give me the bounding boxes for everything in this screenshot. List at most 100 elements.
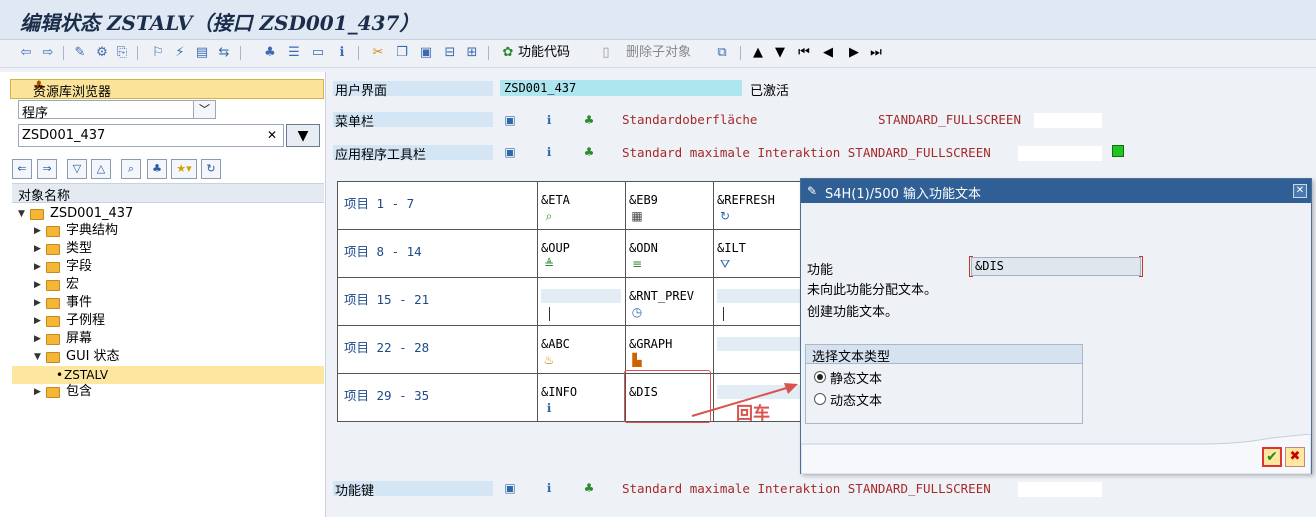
grid-cell-code[interactable]: &GRAPH xyxy=(629,337,709,352)
delete-child-object-button[interactable]: 删除子对象 xyxy=(626,45,691,61)
grid-cell-code[interactable]: &OUP xyxy=(541,241,621,256)
last-page-icon[interactable]: ⏭ xyxy=(868,45,884,61)
toggle-display-change-icon[interactable]: ✎ xyxy=(72,45,88,61)
tree-node-macros[interactable]: ▶ 宏 xyxy=(12,276,324,294)
repository-browser-button[interactable]: ♣ 资源库浏览器 xyxy=(10,79,324,100)
collapsed-arrow-icon[interactable]: ▶ xyxy=(34,312,41,330)
hierarchy-icon[interactable]: ♣ xyxy=(262,45,278,61)
clear-icon[interactable]: ✕ xyxy=(267,128,277,142)
grid-cell-code[interactable]: &ABC xyxy=(541,337,621,352)
tree-node-screens[interactable]: ▶ 屏幕 xyxy=(12,330,324,348)
collapsed-arrow-icon[interactable]: ▶ xyxy=(34,276,41,294)
collapsed-arrow-icon[interactable]: ▶ xyxy=(34,258,41,276)
cancel-button[interactable]: ✖ xyxy=(1285,447,1305,467)
expanded-arrow-icon[interactable]: ▼ xyxy=(18,205,25,223)
screen-icon[interactable]: ▭ xyxy=(310,45,326,61)
grid-cell-code[interactable]: &RNT_PREV xyxy=(629,289,709,304)
collapsed-arrow-icon[interactable]: ▶ xyxy=(34,240,41,258)
paste-icon[interactable]: ▣ xyxy=(418,45,434,61)
close-icon[interactable]: ✕ xyxy=(1293,184,1307,198)
function-code-button[interactable]: 功能代码 xyxy=(518,45,570,61)
tree-node-events[interactable]: ▶ 事件 xyxy=(12,294,324,312)
tree-node-dictionary-structures[interactable]: ▶ 字典结构 xyxy=(12,222,324,240)
function-field[interactable]: &DIS xyxy=(971,257,1141,276)
first-page-icon[interactable]: ⏮ xyxy=(796,45,812,61)
tree-node-subroutines[interactable]: ▶ 子例程 xyxy=(12,312,324,330)
info-icon[interactable]: ℹ xyxy=(334,45,350,61)
check-icon[interactable]: ⚐ xyxy=(150,45,166,61)
tree-node-types[interactable]: ▶ 类型 xyxy=(12,240,324,258)
tree-node-fields[interactable]: ▶ 字段 xyxy=(12,258,324,276)
test-icon[interactable]: ▤ xyxy=(194,45,210,61)
dynamic-text-label[interactable]: 动态文本 xyxy=(830,390,882,409)
other-object-icon[interactable]: ⎘ xyxy=(114,45,130,61)
tree-node-includes[interactable]: ▶ 包含 xyxy=(12,383,324,401)
cut-icon[interactable]: ✂ xyxy=(370,45,386,61)
binoculars-icon[interactable]: ⌕ xyxy=(121,159,141,179)
grid-row-label: 项目 8 - 14 xyxy=(344,244,422,259)
tree-node-label: ZSTALV xyxy=(64,368,109,382)
where-used-icon[interactable]: ⇆ xyxy=(216,45,232,61)
object-name-field[interactable]: ✕ xyxy=(18,124,284,147)
folder-icon xyxy=(46,387,60,398)
next-page-icon[interactable]: ▶ xyxy=(846,45,862,61)
page-up-icon[interactable]: ▲ xyxy=(750,45,766,61)
back-arrow-icon[interactable]: ⇦ xyxy=(18,45,34,61)
application-toolbar-label[interactable]: 应用程序工具栏 xyxy=(335,144,426,163)
activate-icon[interactable]: ⚡ xyxy=(172,45,188,61)
grid-cell-code[interactable]: &ODN xyxy=(629,241,709,256)
chevron-down-icon[interactable]: ﹀ xyxy=(193,101,215,118)
grid-cell-code[interactable]: &EB9 xyxy=(629,193,709,208)
collapsed-arrow-icon[interactable]: ▶ xyxy=(34,294,41,312)
grid-cell-code[interactable]: &ILT xyxy=(717,241,805,256)
favorites-star-icon[interactable]: ★▾ xyxy=(171,159,197,179)
hierarchy-tree-icon[interactable]: ♣ xyxy=(147,159,167,179)
grid-cell-code[interactable]: &INFO xyxy=(541,385,621,400)
menubar-label[interactable]: 菜单栏 xyxy=(335,111,374,130)
stack-icon[interactable]: ⧉ xyxy=(714,45,730,61)
object-name-input[interactable] xyxy=(22,128,262,143)
grid-cell-empty[interactable] xyxy=(717,337,805,351)
grid-cell-empty[interactable] xyxy=(541,289,621,303)
grid-cell-code[interactable]: &REFRESH xyxy=(717,193,805,208)
copy-icon[interactable]: ❐ xyxy=(394,45,410,61)
grid-cell-code[interactable]: &ETA xyxy=(541,193,621,208)
function-keys-label[interactable]: 功能键 xyxy=(335,480,374,499)
info-icon[interactable]: ℹ xyxy=(542,481,556,495)
expanded-arrow-icon[interactable]: ▼ xyxy=(34,348,41,366)
info-icon[interactable]: ℹ xyxy=(542,145,556,159)
display-icon[interactable]: ▣ xyxy=(503,113,517,127)
static-text-radio[interactable] xyxy=(814,371,826,383)
collapse-icon[interactable]: ▽ xyxy=(67,159,87,179)
confirm-check-button[interactable]: ✔ xyxy=(1262,447,1282,467)
previous-page-icon[interactable]: ◀ xyxy=(820,45,836,61)
list-icon[interactable]: ☰ xyxy=(286,45,302,61)
tree-node-gui-status[interactable]: ▼ GUI 状态 xyxy=(12,348,324,366)
hierarchy-icon[interactable]: ♣ xyxy=(582,113,596,127)
collapsed-arrow-icon[interactable]: ▶ xyxy=(34,222,41,240)
expand-icon[interactable]: △ xyxy=(91,159,111,179)
active-inactive-icon[interactable]: ⚙ xyxy=(94,45,110,61)
nav-forward-icon[interactable]: ⇒ xyxy=(37,159,57,179)
display-icon[interactable]: ▣ xyxy=(503,481,517,495)
collapsed-arrow-icon[interactable]: ▶ xyxy=(34,383,41,401)
info-icon[interactable]: ℹ xyxy=(542,113,556,127)
refresh-icon[interactable]: ↻ xyxy=(201,159,221,179)
display-object-button[interactable]: ▼ xyxy=(286,124,320,147)
tree-node-program[interactable]: ▼ ZSD001_437 xyxy=(12,205,324,223)
static-text-label[interactable]: 静态文本 xyxy=(830,368,882,387)
object-type-select[interactable]: 程序 ﹀ xyxy=(18,100,216,121)
hierarchy-icon[interactable]: ♣ xyxy=(582,145,596,159)
display-icon[interactable]: ▣ xyxy=(503,145,517,159)
hierarchy-icon[interactable]: ♣ xyxy=(582,481,596,495)
tree-node-zstalv[interactable]: • ZSTALV xyxy=(12,366,324,384)
insert-row-icon[interactable]: ⊞ xyxy=(464,45,480,61)
page-down-icon[interactable]: ▼ xyxy=(772,45,788,61)
grid-cell-empty[interactable] xyxy=(717,289,805,303)
dynamic-text-radio[interactable] xyxy=(814,393,826,405)
forward-arrow-icon[interactable]: ⇨ xyxy=(40,45,56,61)
function-code-icon[interactable]: ✿ xyxy=(500,45,516,61)
collapsed-arrow-icon[interactable]: ▶ xyxy=(34,330,41,348)
delete-row-icon[interactable]: ⊟ xyxy=(442,45,458,61)
nav-back-icon[interactable]: ⇐ xyxy=(12,159,32,179)
